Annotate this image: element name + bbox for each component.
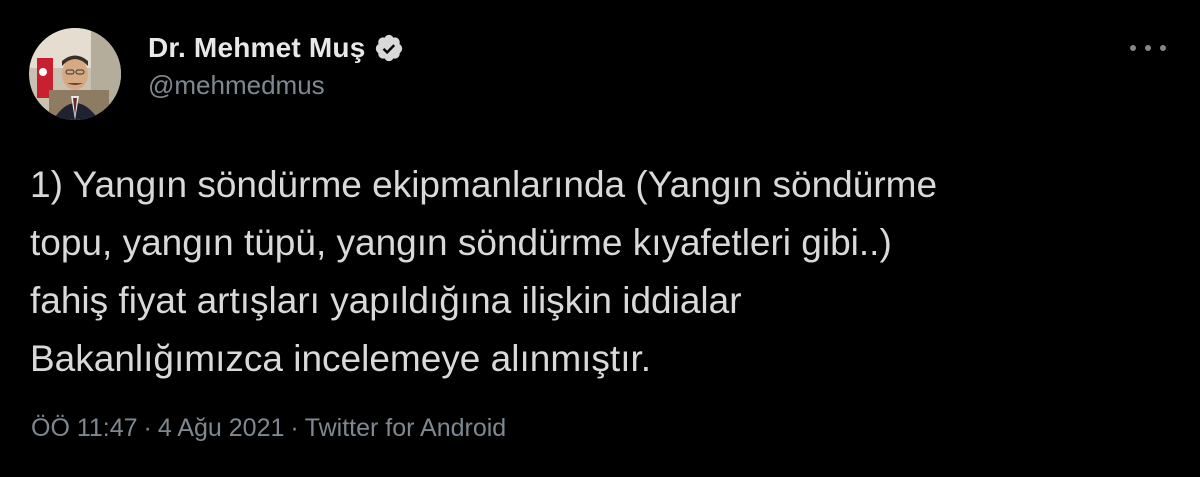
verified-badge-icon [374,33,404,63]
meta-separator: · [143,414,152,442]
author-block: Dr. Mehmet Muş @mehmedmus [148,30,404,101]
tweet-text-line: 1) Yangın söndürme ekipmanlarında (Yangı… [30,164,938,205]
tweet-card: Dr. Mehmet Muş @mehmedmus 1) Yangın sönd… [0,0,1200,477]
more-dot [1130,45,1136,51]
tweet-text-line: Bakanlığımızca incelemeye alınmıştır. [30,338,652,379]
handle[interactable]: @mehmedmus [148,70,404,101]
tweet-meta: ÖÖ 11:47 · 4 Ağu 2021 · Twitter for Android [31,414,506,443]
meta-separator: · [290,414,299,442]
tweet-date[interactable]: 4 Ağu 2021 [158,414,285,442]
tweet-text-line: fahiş fiyat artışları yapıldığına ilişki… [30,280,742,321]
avatar[interactable] [29,28,121,120]
more-dot [1145,45,1151,51]
tweet-time[interactable]: ÖÖ 11:47 [31,414,138,442]
avatar-image [29,28,121,120]
name-row: Dr. Mehmet Muş [148,30,404,66]
tweet-source[interactable]: Twitter for Android [305,414,506,442]
tweet-text-line: topu, yangın tüpü, yangın söndürme kıyaf… [30,222,892,263]
tweet-text: 1) Yangın söndürme ekipmanlarında (Yangı… [30,156,1150,388]
more-options-icon[interactable] [1130,36,1166,60]
display-name[interactable]: Dr. Mehmet Muş [148,32,366,64]
more-dot [1160,45,1166,51]
